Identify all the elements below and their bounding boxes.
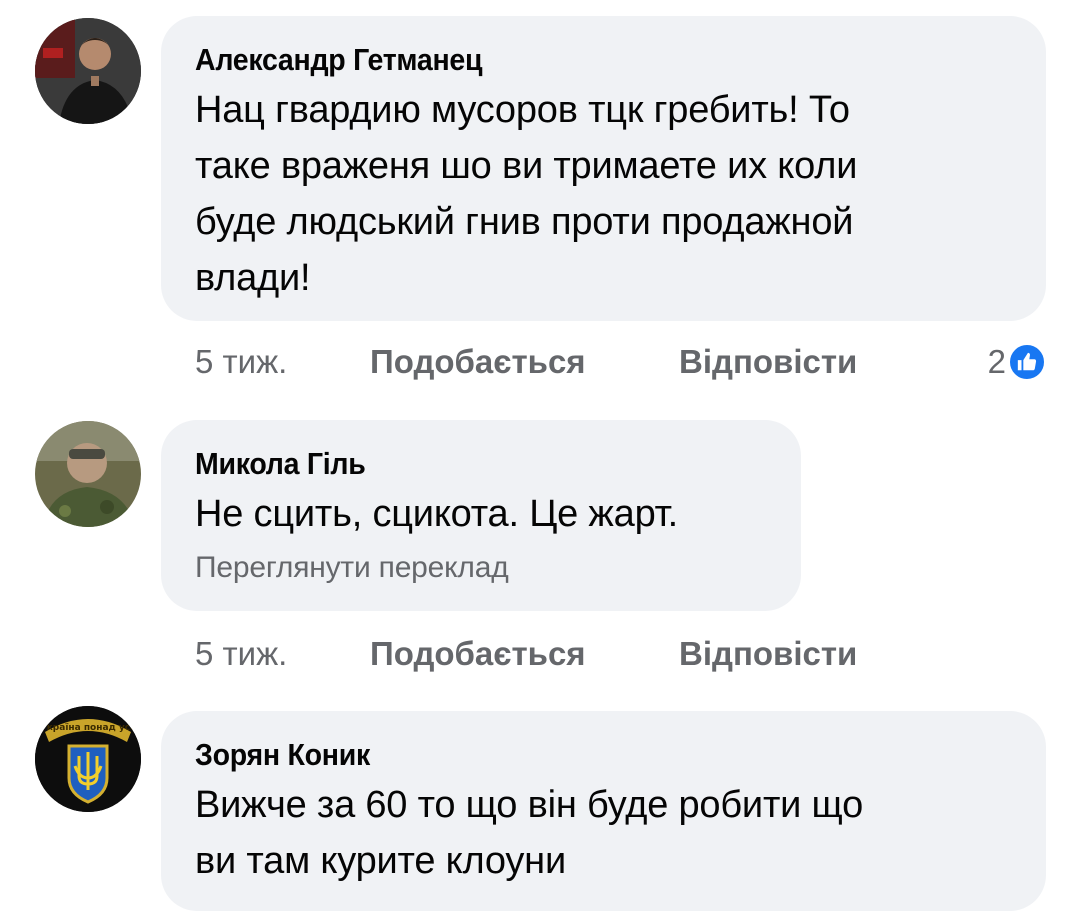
- comment-text-line: буде людський гнив проти продажной: [195, 201, 854, 243]
- reply-button[interactable]: Відповісти: [679, 634, 857, 674]
- avatar[interactable]: Україна понад усе: [35, 706, 141, 812]
- reaction-count-number: 2: [987, 343, 1006, 380]
- reaction-count[interactable]: 2: [988, 342, 1046, 382]
- like-icon: [1008, 343, 1046, 381]
- comment-bubble: Микола Гіль Не сцить, сцикота. Це жарт. …: [161, 420, 801, 611]
- comment-time[interactable]: 5 тиж.: [195, 342, 287, 382]
- comment-text-line: влади!: [195, 257, 311, 299]
- user-photo-icon: [35, 421, 141, 527]
- comment-bubble: Зорян Коник Вижче за 60 то що він буде р…: [161, 711, 1046, 911]
- see-translation-link[interactable]: Переглянути переклад: [195, 548, 767, 588]
- comment-time[interactable]: 5 тиж.: [195, 634, 287, 674]
- trident-emblem-icon: Україна понад усе: [35, 706, 141, 812]
- comment-text-line: Вижче за 60 то що він буде робити що: [195, 784, 864, 826]
- comment-bubble: Александр Гетманец Нац гвардию мусоров т…: [161, 16, 1046, 321]
- user-photo-icon: [35, 18, 141, 124]
- comment-text-line: Нац гвардию мусоров тцк гребить! То: [195, 89, 850, 131]
- avatar-caption: Україна понад усе: [40, 723, 136, 733]
- like-button[interactable]: Подобається: [370, 342, 586, 382]
- comment-author[interactable]: Микола Гіль: [195, 446, 721, 482]
- comment-text-line: таке враженя шо ви тримаете их коли: [195, 145, 858, 187]
- avatar[interactable]: [35, 421, 141, 527]
- comment-text-line: Не сцить, сцикота. Це жарт.: [195, 493, 679, 535]
- comment-author[interactable]: Александр Гетманец: [195, 42, 947, 78]
- comment-text: Нац гвардию мусоров тцк гребить! То таке…: [195, 82, 1012, 306]
- comment-text: Вижче за 60 то що він буде робити що ви …: [195, 777, 1012, 889]
- avatar[interactable]: [35, 18, 141, 124]
- comment-text: Не сцить, сцикота. Це жарт.: [195, 486, 767, 542]
- comment-author[interactable]: Зорян Коник: [195, 737, 947, 773]
- like-button[interactable]: Подобається: [370, 634, 586, 674]
- reply-button[interactable]: Відповісти: [679, 342, 857, 382]
- comment-text-line: ви там курите клоуни: [195, 840, 566, 882]
